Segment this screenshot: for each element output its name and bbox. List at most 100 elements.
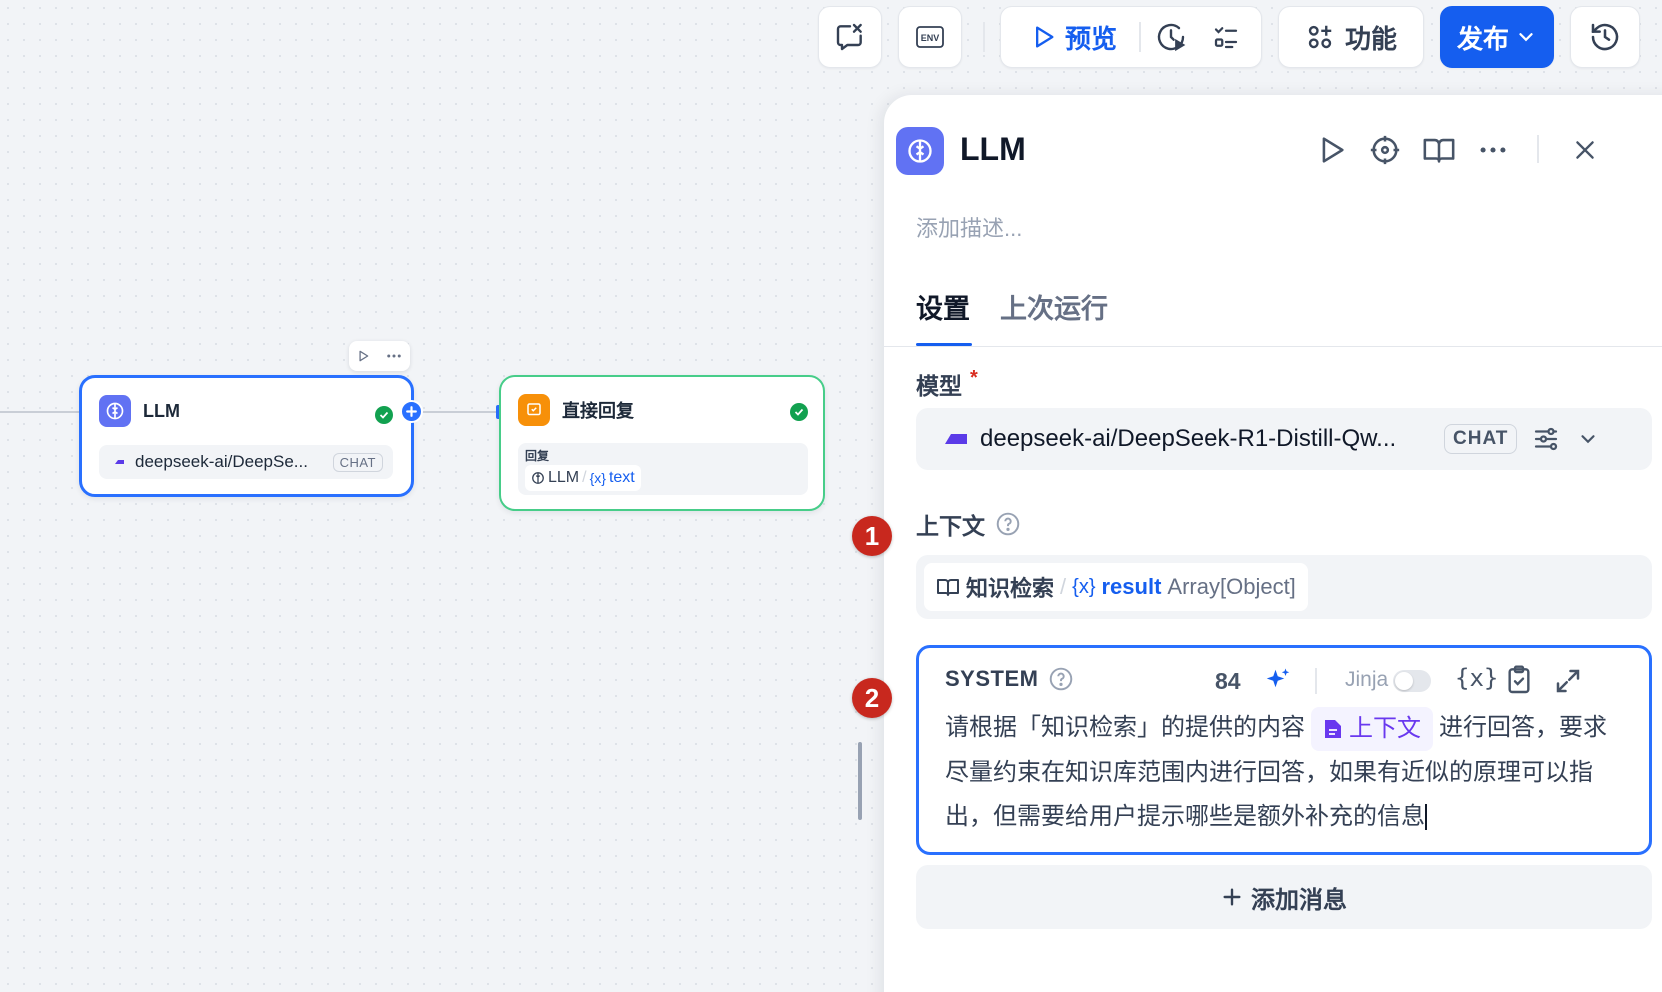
publish-button[interactable]: 发布 [1440,6,1554,68]
variable-brace-icon: {x} [589,470,606,486]
run-node-icon[interactable] [356,349,370,363]
features-label: 功能 [1344,23,1397,54]
model-selector[interactable]: deepseek-ai/DeepSeek-R1-Distill-Qw... CH… [916,408,1652,470]
model-label: 模型 * [916,367,978,401]
run-step-icon[interactable] [1314,133,1348,167]
env-icon: ENV [916,26,944,48]
book-icon[interactable] [1422,133,1456,167]
help-icon[interactable] [1048,666,1074,692]
description-input[interactable]: 添加描述... [916,211,1022,243]
context-separator: / [1060,574,1067,599]
system-prompt-editor[interactable]: SYSTEM 84 Jinja {x} 请根据「知识检索」的提供的内容 上下文 进行… [916,645,1652,855]
llm-brain-icon [99,395,131,427]
deepseek-logo-icon [933,434,967,444]
context-source-node: 知识检索 [966,576,1055,601]
context-variable-chip[interactable]: 上下文 [1311,706,1433,751]
checklist-icon [1214,27,1238,49]
reply-icon [518,394,550,426]
preview-group: 预览 [1000,6,1262,68]
locate-icon[interactable] [1368,133,1402,167]
direct-reply-node[interactable]: 直接回复 回复 LLM / {x} text [499,375,825,511]
play-icon [1036,26,1054,48]
publish-label: 发布 [1456,23,1509,54]
chevron-down-icon[interactable] [1577,428,1599,450]
insert-variable-icon[interactable]: {x} [1455,664,1498,692]
context-label-text: 上下文 [916,513,985,539]
more-icon[interactable] [1476,133,1510,167]
expand-icon[interactable] [1553,666,1583,696]
version-history-button[interactable] [1570,6,1640,68]
toggle-knob [1395,672,1413,690]
success-check-icon [375,406,393,424]
llm-node-title: LLM [143,400,180,421]
annotation-badge-1: 1 [852,516,892,556]
tab-settings[interactable]: 设置 [916,287,970,326]
node-mini-toolbar [349,341,410,371]
add-message-button[interactable]: 添加消息 [916,865,1652,929]
reply-node-title: 直接回复 [562,401,634,421]
svg-text:ENV: ENV [921,33,940,43]
deepseek-logo-icon [110,460,124,464]
prompt-text-before: 请根据「知识检索」的提供的内容 [945,714,1305,741]
llm-node-model-name: deepseek-ai/DeepSe... [135,452,308,471]
more-icon[interactable] [385,347,403,365]
required-mark: * [970,367,978,389]
variable-inspect-button[interactable] [818,6,882,68]
plus-icon [1223,888,1241,906]
panel-resize-handle[interactable] [858,742,862,820]
run-history-button[interactable] [1155,21,1187,53]
preview-button[interactable]: 预览 [1001,19,1117,56]
sparkle-icon[interactable] [1263,666,1293,696]
editor-divider [1315,668,1317,694]
reply-variable-name: text [608,469,635,486]
system-prompt-text[interactable]: 请根据「知识检索」的提供的内容 上下文 进行回答，要求尽量约束在知识库范围内进行回答… [945,706,1625,839]
tab-divider [884,346,1662,347]
llm-brain-icon [896,127,944,175]
help-icon[interactable] [995,511,1021,537]
features-button[interactable]: 功能 [1278,6,1424,68]
context-chip-label: 上下文 [1349,714,1421,742]
model-mode-tag: CHAT [1444,424,1518,454]
tab-last-run[interactable]: 上次运行 [1000,287,1108,326]
context-variable-name: result [1101,574,1162,599]
add-next-node-icon[interactable] [400,400,423,423]
preview-label: 预览 [1065,23,1118,54]
edge-llm-to-reply [415,411,503,413]
edge-incoming [0,411,80,413]
jinja-label: Jinja [1345,668,1389,691]
variable-brace-icon: {x} [1072,575,1096,598]
env-variables-button[interactable]: ENV [898,6,962,68]
jinja-toggle[interactable] [1393,670,1431,692]
close-icon[interactable] [1572,137,1598,163]
token-count: 84 [1215,668,1241,694]
document-icon [1325,719,1341,738]
header-divider [1537,135,1539,163]
history-icon [1591,23,1619,51]
chevron-down-icon [1519,33,1533,42]
text-cursor [1425,804,1427,831]
panel-title[interactable]: LLM [960,131,1026,168]
clock-play-icon [1157,23,1186,52]
llm-node-mode-tag: CHAT [332,452,383,472]
success-check-icon [790,403,808,421]
system-role-label: SYSTEM [945,666,1039,691]
clipboard-check-icon[interactable] [1503,664,1535,696]
model-name: deepseek-ai/DeepSeek-R1-Distill-Qw... [980,425,1397,452]
context-variable-field[interactable]: 知识检索 / {x} result Array[Object] [916,555,1652,619]
node-settings-panel: LLM 添加描述... 设置 上次运行 模型 * deepseek-ai/Dee… [884,95,1662,992]
reply-source-node: LLM [548,469,580,486]
reply-field-label: 回复 [525,449,550,463]
preview-divider [1139,22,1142,52]
llm-node-model: deepseek-ai/DeepSe... CHAT [99,445,393,479]
settings-sliders-icon[interactable] [1531,424,1561,454]
context-label: 上下文 [916,507,1021,541]
checklist-button[interactable] [1211,22,1241,52]
annotation-badge-2: 2 [852,678,892,718]
book-icon [937,579,959,596]
apps-icon [1308,25,1332,49]
context-variable-chip[interactable]: 知识检索 / {x} result Array[Object] [924,563,1308,611]
chat-variable-icon [836,23,862,51]
context-variable-type: Array[Object] [1167,574,1296,599]
toolbar-divider [983,22,985,52]
llm-node[interactable]: LLM deepseek-ai/DeepSe... CHAT [79,375,414,497]
